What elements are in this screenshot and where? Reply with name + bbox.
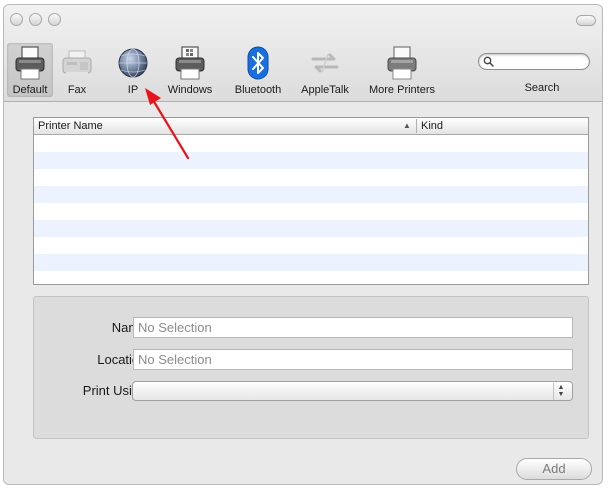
printer-icon [15, 46, 45, 80]
column-divider[interactable] [416, 119, 417, 133]
globe-icon [118, 48, 148, 78]
appletalk-icon [311, 53, 339, 73]
toolbar: Default Fax IP Windows Bluetooth AppleTa… [4, 5, 602, 102]
column-header-kind[interactable]: Kind [421, 120, 443, 132]
fax-icon [62, 50, 92, 76]
list-row-empty [34, 254, 588, 271]
printer-details-panel: Name: No Selection Location: No Selectio… [33, 296, 589, 439]
search-input[interactable] [495, 55, 583, 68]
printer-list-rows [34, 135, 588, 284]
search-icon [483, 56, 494, 67]
close-window-button[interactable] [10, 13, 23, 26]
list-row-empty [34, 220, 588, 237]
toolbar-item-windows[interactable]: Windows [162, 43, 218, 97]
location-field[interactable]: No Selection [133, 349, 573, 370]
toolbar-item-label: More Printers [368, 84, 436, 96]
toolbar-toggle-button[interactable] [576, 15, 596, 26]
toolbar-item-bluetooth[interactable]: Bluetooth [226, 43, 290, 97]
toolbar-item-default[interactable]: Default [7, 43, 53, 97]
list-row-empty [34, 186, 588, 203]
toolbar-item-label: Fax [67, 84, 87, 96]
list-row-empty [34, 152, 588, 169]
add-printer-window: Default Fax IP Windows Bluetooth AppleTa… [3, 4, 603, 485]
toolbar-item-appletalk[interactable]: AppleTalk [293, 43, 357, 97]
toolbar-item-label: AppleTalk [301, 84, 349, 96]
select-stepper-icon: ▲ ▼ [553, 383, 568, 400]
bluetooth-icon [247, 46, 269, 80]
list-row-empty [34, 237, 588, 254]
toolbar-item-label: Default [12, 84, 48, 96]
list-row-empty [34, 169, 588, 186]
toolbar-item-ip[interactable]: IP [114, 43, 152, 97]
minimize-window-button[interactable] [29, 13, 42, 26]
sort-ascending-icon: ▲ [403, 121, 411, 130]
toolbar-item-label: IP [127, 84, 139, 96]
toolbar-item-label: Windows [167, 84, 213, 96]
add-button[interactable]: Add [516, 458, 592, 480]
list-row-empty [34, 203, 588, 220]
list-row-empty [34, 271, 588, 284]
toolbar-item-label: Bluetooth [234, 84, 282, 96]
more-printers-icon [387, 46, 417, 80]
printer-list[interactable]: Printer Name ▲ Kind [33, 117, 589, 285]
list-row-empty [34, 135, 588, 152]
print-using-select[interactable]: ▲ ▼ [132, 381, 573, 401]
toolbar-item-fax[interactable]: Fax [59, 43, 95, 97]
column-header-printer-name[interactable]: Printer Name [38, 120, 103, 132]
zoom-window-button[interactable] [48, 13, 61, 26]
search-field[interactable] [478, 53, 590, 70]
printer-list-header: Printer Name ▲ Kind [34, 118, 588, 135]
toolbar-item-more-printers[interactable]: More Printers [361, 43, 443, 97]
search-label: Search [524, 82, 560, 94]
windows-printer-icon [175, 46, 205, 80]
name-field[interactable]: No Selection [133, 317, 573, 338]
